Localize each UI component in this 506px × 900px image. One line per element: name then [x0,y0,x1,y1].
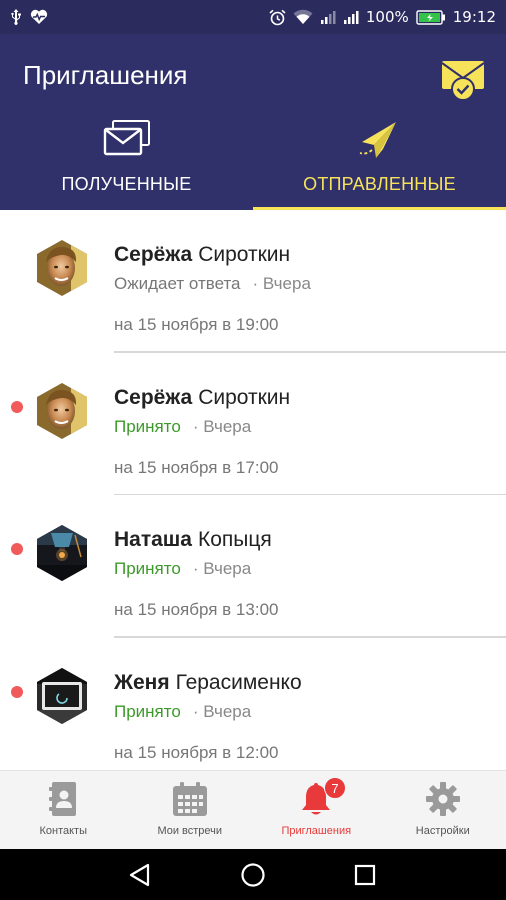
nav-invitations[interactable]: 7 Приглашения [253,771,380,850]
screen: 100% 19:12 Приглашения ПОЛУЧЕННЫЕ ОТПРАВ… [0,0,506,900]
battery-icon [416,9,446,25]
invitation-sent-when: · Вчера [252,274,311,293]
app-header: Приглашения ПОЛУЧЕННЫЕ ОТПРАВЛЕННЫЕ [0,34,506,210]
invitation-sent-when: · Вчера [192,416,252,436]
contact-first-name: Серёжа [114,243,193,266]
clock-time: 19:12 [452,8,496,26]
health-heart-icon [30,9,48,25]
nav-meetings-label: Мои встречи [157,825,223,837]
invitation-status: Принято [114,701,181,721]
avatar [37,667,87,724]
invitation-sent-when: · Вчера [192,701,252,721]
signal-2-icon [343,9,359,25]
invitation-item[interactable]: Серёжа Сироткин Ожидает ответа · Вчера на … [0,210,506,353]
tab-received-label: ПОЛУЧЕННЫЕ [61,174,192,194]
notification-badge: 7 [324,777,346,799]
status-bar: 100% 19:12 [0,0,506,34]
system-navigation-bar [0,849,506,900]
usb-icon [10,9,22,25]
invitation-item[interactable]: Серёжа Сироткин Принято · Вчера на 15 нояб… [0,353,506,495]
meeting-time: на 15 ноября в 12:00 [114,742,279,762]
signal-1-icon [320,9,336,25]
back-icon[interactable] [128,863,152,891]
nav-settings-label: Настройки [415,825,470,837]
nav-contacts-label: Контакты [39,825,87,837]
unread-dot [11,685,23,698]
contact-name: Наташа Копыця [114,528,272,552]
tab-sent-label: ОТПРАВЛЕННЫЕ [303,174,456,194]
meeting-time: на 15 ноября в 19:00 [114,315,279,334]
bottom-navigation: Контакты Мои встречи 7 Приглашения Настр… [0,770,506,849]
nav-invitations-label: Приглашения [281,825,352,837]
battery-percent: 100% [365,8,409,26]
nav-settings[interactable]: Настройки [380,771,506,850]
invitation-status-line: Ожидает ответа · Вчера [114,274,311,294]
paper-plane-icon [356,120,404,168]
tab-received[interactable]: ПОЛУЧЕННЫЕ [0,118,253,210]
contact-last-name: Сироткин [198,385,291,409]
invitation-status-line: Принято · Вчера [114,417,251,437]
contact-first-name: Женя [114,670,170,694]
gear-icon [425,781,461,821]
tab-sent[interactable]: ОТПРАВЛЕННЫЕ [253,118,506,210]
contacts-icon [48,781,78,821]
unread-dot [11,543,23,555]
invitation-list: Серёжа Сироткин Ожидает ответа · Вчера на … [0,210,506,770]
status-right: 100% 19:12 [269,8,496,26]
invitation-status-line: Принято · Вчера [114,702,251,722]
contact-last-name: Копыця [198,528,272,551]
invitation-item[interactable]: Наташа Копыця Принято · Вчера на 15 ноября… [0,495,506,638]
invitation-status-button[interactable] [441,58,485,102]
invitation-sent-when: · Вчера [192,559,252,578]
invitation-status: Принято [114,416,181,436]
invitation-status: Принято [114,559,181,578]
envelope-check-icon [441,61,485,101]
invitation-status-line: Принято · Вчера [114,559,251,579]
alarm-icon [269,9,286,26]
meeting-time: на 15 ноября в 17:00 [114,457,279,477]
contact-last-name: Герасименко [175,670,302,694]
recents-icon[interactable] [354,863,376,891]
contact-name: Женя Герасименко [114,671,302,695]
contact-last-name: Сироткин [198,243,291,266]
home-icon[interactable] [240,863,266,891]
contact-name: Серёжа Сироткин [114,386,290,410]
status-left [10,9,48,25]
meeting-time: на 15 ноября в 13:00 [114,600,279,619]
nav-meetings[interactable]: Мои встречи [127,771,254,850]
invitation-item[interactable]: Женя Герасименко Принято · Вчера на 15 ноя… [0,638,506,771]
nav-contacts[interactable]: Контакты [0,771,127,850]
calendar-icon [172,781,208,821]
wifi-icon [293,9,313,25]
invitation-status: Ожидает ответа [114,274,241,293]
page-title: Приглашения [23,60,188,90]
avatar [37,382,87,439]
contact-first-name: Серёжа [114,385,193,409]
avatar [37,525,87,581]
avatar [37,240,87,296]
unread-dot [11,400,23,413]
contact-name: Серёжа Сироткин [114,243,290,267]
envelopes-icon [103,120,151,162]
contact-first-name: Наташа [114,528,192,551]
